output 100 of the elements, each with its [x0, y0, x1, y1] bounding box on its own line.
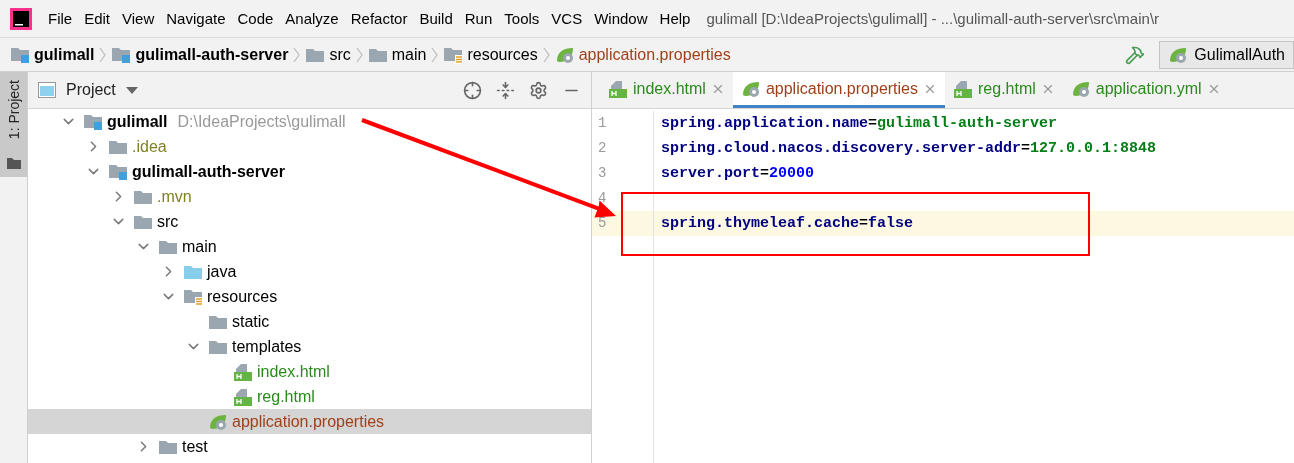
folder-icon: [305, 46, 326, 63]
html-file-icon: [953, 79, 973, 98]
tree-item-label: index.html: [257, 362, 330, 381]
tree-item-label: templates: [232, 337, 302, 356]
tree-item[interactable]: templates: [28, 334, 591, 359]
spring-leaf-icon: [1168, 45, 1189, 64]
tree-item[interactable]: .mvn: [28, 184, 591, 209]
menu-item[interactable]: Refactor: [344, 10, 414, 27]
editor-tab[interactable]: application.properties: [732, 72, 945, 108]
collapse-icon[interactable]: [496, 80, 515, 100]
folder-icon: [6, 157, 21, 169]
breadcrumb[interactable]: resources: [443, 45, 538, 64]
tree-item[interactable]: java: [28, 259, 591, 284]
path-hint: D:\IdeaProjects\gulimall: [177, 112, 346, 131]
resources-folder-icon: [443, 45, 464, 64]
hammer-icon[interactable]: [1125, 44, 1146, 65]
tree-item[interactable]: main: [28, 234, 591, 259]
window-icon: [38, 82, 56, 98]
menu-item[interactable]: Window: [588, 10, 654, 27]
module-folder-icon: [10, 46, 30, 63]
menu-item[interactable]: Analyze: [279, 10, 345, 27]
separator-icon: [431, 46, 439, 63]
tree-item[interactable]: src: [28, 209, 591, 234]
breadcrumb[interactable]: main: [367, 45, 427, 64]
tree-item[interactable]: .idea: [28, 134, 591, 159]
folder-icon: [183, 263, 203, 280]
tree-item-label: java: [207, 262, 237, 281]
tree-item[interactable]: index.html: [28, 359, 591, 384]
tree-item[interactable]: gulimall-auth-server: [28, 159, 591, 184]
folder-icon: [133, 213, 153, 230]
side-tab-label: 1: Project: [5, 80, 22, 140]
spring-leaf-icon: [740, 79, 761, 98]
app-logo-icon: [10, 7, 32, 30]
html-file-icon: [233, 387, 253, 406]
menu-item[interactable]: Edit: [78, 10, 117, 27]
folder-icon: [208, 338, 228, 355]
editor-tab[interactable]: reg.html: [945, 72, 1063, 108]
tree-item[interactable]: reg.html: [28, 384, 591, 409]
menu-item[interactable]: Tools: [498, 10, 546, 27]
folder-icon: [158, 438, 178, 455]
menu-item[interactable]: Build: [413, 10, 459, 27]
spring-leaf-icon: [1070, 79, 1091, 98]
code-line: spring.application.name=gulimall-auth-server: [661, 115, 1058, 132]
locate-icon[interactable]: [463, 80, 482, 100]
resources-folder-icon: [183, 287, 203, 306]
tree-item-label: .mvn: [157, 187, 192, 206]
tree-item-label: static: [232, 312, 270, 331]
tree-item-label: gulimall-auth-server: [132, 162, 285, 181]
tree-item-label: gulimall: [107, 112, 168, 131]
tree-item-label: resources: [207, 287, 278, 306]
separator-icon: [542, 46, 550, 63]
line-number: 1: [592, 111, 654, 136]
menu-item[interactable]: Help: [653, 10, 697, 27]
folder-icon: [208, 313, 228, 330]
separator-icon: [99, 46, 107, 63]
separator-icon: [355, 46, 363, 63]
breadcrumb[interactable]: gulimall: [10, 45, 95, 64]
run-config-button[interactable]: GulimallAuth: [1159, 40, 1294, 69]
caret-icon[interactable]: [125, 86, 138, 94]
separator-icon: [293, 46, 301, 63]
settings-icon[interactable]: [529, 80, 548, 100]
menu-item[interactable]: File: [42, 10, 79, 27]
tree-item-label: test: [182, 437, 208, 456]
tree-item[interactable]: resources: [28, 284, 591, 309]
folder-icon: [367, 46, 388, 63]
folder-icon: [158, 238, 178, 255]
menu-item[interactable]: Code: [231, 10, 280, 27]
menu-item[interactable]: Navigate: [160, 10, 232, 27]
breadcrumb[interactable]: application.properties: [554, 45, 731, 64]
breadcrumb[interactable]: src: [305, 45, 351, 64]
panel-title[interactable]: Project: [66, 81, 116, 99]
module-folder-icon: [111, 46, 132, 63]
tree-item-label: main: [182, 237, 217, 256]
tree-item[interactable]: gulimall D:\IdeaProjects\gulimall: [28, 109, 591, 134]
folder-icon: [108, 138, 128, 155]
tree-item-label: application.properties: [232, 412, 385, 431]
side-tab[interactable]: 1: Project: [0, 72, 27, 177]
code-line: server.port=20000: [661, 165, 815, 182]
menu-item[interactable]: VCS: [545, 10, 589, 27]
code-line: spring.cloud.nacos.discovery.server-addr=127.0.0.1:8848: [661, 140, 1157, 157]
tree-item-label: .idea: [132, 137, 167, 156]
code-line: spring.thymeleaf.cache=false: [661, 215, 914, 232]
spring-leaf-icon: [554, 45, 575, 64]
tree-item[interactable]: test: [28, 434, 591, 459]
tree-item-label: reg.html: [257, 387, 315, 406]
menu-item[interactable]: View: [116, 10, 161, 27]
breadcrumb[interactable]: gulimall-auth-server: [111, 45, 289, 64]
window-title: gulimall [D:\IdeaProjects\gulimall] - ...\gulimall-auth-server\src\main\r: [706, 10, 1160, 27]
module-folder-icon: [83, 113, 103, 130]
line-number: 3: [592, 161, 654, 186]
menu-item[interactable]: Run: [458, 10, 499, 27]
editor-tab[interactable]: application.yml: [1062, 72, 1229, 108]
module-folder-icon: [108, 163, 128, 180]
tree-item[interactable]: static: [28, 309, 591, 334]
tree-item[interactable]: application.properties: [28, 409, 591, 434]
spring-leaf-icon: [208, 412, 228, 431]
folder-icon: [133, 188, 153, 205]
html-file-icon: [233, 362, 253, 381]
editor-tab[interactable]: index.html: [600, 72, 733, 108]
line-number: 2: [592, 136, 654, 161]
